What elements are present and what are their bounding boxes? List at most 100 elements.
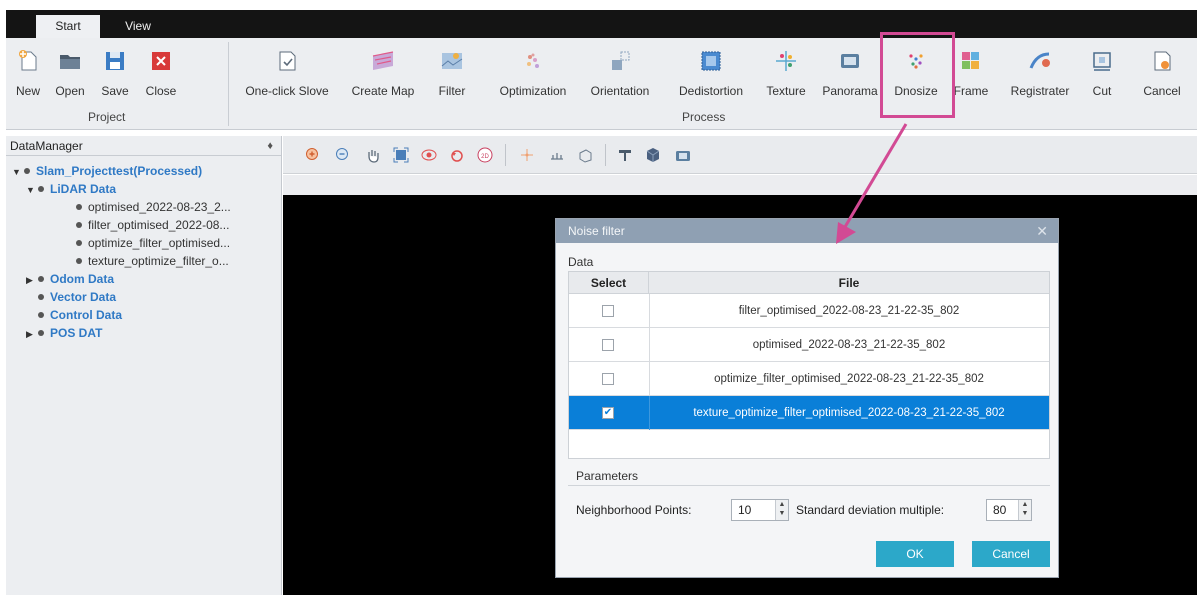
new-label: New <box>15 84 40 98</box>
data-manager-panel: DataManager ♦ ▼ Slam_Projecttest(Processe… <box>6 136 282 595</box>
layer-icon[interactable] <box>617 147 633 163</box>
rotate-icon[interactable] <box>449 147 465 163</box>
lidar-item-label: optimize_filter_optimised... <box>88 236 231 250</box>
dnosize-highlight-box <box>880 32 955 118</box>
toolbar-separator <box>505 144 506 166</box>
table-row-selected[interactable]: ✔ texture_optimize_filter_optimised_2022… <box>569 396 1049 430</box>
close-label: Close <box>145 84 177 98</box>
ok-button[interactable]: OK <box>876 541 954 567</box>
optimization-icon <box>527 53 539 68</box>
camera-icon[interactable] <box>675 147 691 163</box>
noise-filter-dialog: Noise filter ✕ Data Select File filter_o… <box>555 218 1059 578</box>
orientation-icon <box>612 51 630 70</box>
control-label: Control Data <box>50 308 122 322</box>
tree-node-vector[interactable]: Vector Data <box>38 288 116 306</box>
dialog-close-icon[interactable]: ✕ <box>1036 219 1048 243</box>
tree-leaf-lidar-3[interactable]: optimize_filter_optimised... <box>76 234 230 252</box>
lidar-item-label: filter_optimised_2022-08... <box>88 218 230 232</box>
cancel-button[interactable]: Cancel <box>972 541 1050 567</box>
dialog-title: Noise filter <box>568 224 625 238</box>
one-click-solve-button[interactable]: One-click Slove <box>232 42 342 106</box>
tree-node-pos[interactable]: ▶ POS DAT <box>26 324 102 342</box>
ribbon-tab-bar: Start View <box>6 10 1197 38</box>
open-label: Open <box>55 84 85 98</box>
filter-icon <box>441 53 463 69</box>
texture-icon <box>776 51 796 71</box>
new-button[interactable]: New <box>10 42 46 106</box>
texture-button[interactable]: Texture <box>756 42 816 106</box>
node-bullet-icon <box>76 240 82 246</box>
pin-icon[interactable]: ♦ <box>267 136 273 156</box>
pos-label: POS DAT <box>50 326 103 340</box>
data-section-label: Data <box>568 255 594 269</box>
table-header: Select File <box>569 272 1049 294</box>
panorama-icon <box>841 54 859 68</box>
tab-view[interactable]: View <box>110 15 166 38</box>
expand-arrow-icon[interactable]: ▼ <box>26 181 38 199</box>
toolbar-separator <box>605 144 606 166</box>
one-click-label: One-click Slove <box>245 84 329 98</box>
node-bullet-icon <box>38 186 44 192</box>
registrater-button[interactable]: Registrater <box>1000 42 1080 106</box>
row-checkbox[interactable] <box>602 305 614 317</box>
tree-node-odom[interactable]: ▶ Odom Data <box>26 270 114 288</box>
pan-hand-icon[interactable] <box>365 147 381 163</box>
column-header-select: Select <box>569 272 649 294</box>
measure-icon[interactable] <box>549 147 565 163</box>
project-label: Slam_Projecttest(Processed) <box>36 164 203 178</box>
view-2d-icon[interactable]: 2D <box>477 147 493 163</box>
cancel-ribbon-button[interactable]: Cancel <box>1136 42 1188 106</box>
table-row[interactable]: optimised_2022-08-23_21-22-35_802 <box>569 328 1049 362</box>
zoom-out-icon[interactable] <box>335 147 351 163</box>
node-bullet-icon <box>38 294 44 300</box>
row-checkbox[interactable] <box>602 373 614 385</box>
project-group-label: Project <box>88 110 126 124</box>
cut-button[interactable]: Cut <box>1082 42 1122 106</box>
dialog-title-bar[interactable]: Noise filter ✕ <box>556 219 1058 243</box>
app-window: Start View New Open Save Close Project O… <box>0 0 1197 595</box>
open-button[interactable]: Open <box>50 42 90 106</box>
expand-arrow-icon[interactable]: ▼ <box>12 163 24 181</box>
registrater-icon <box>1029 52 1050 69</box>
create-map-label: Create Map <box>351 84 415 98</box>
dedistortion-button[interactable]: Dedistortion <box>666 42 756 106</box>
table-row[interactable]: optimize_filter_optimised_2022-08-23_21-… <box>569 362 1049 396</box>
odom-label: Odom Data <box>50 272 115 286</box>
create-map-button[interactable]: Create Map <box>344 42 422 106</box>
tree-leaf-lidar-4[interactable]: texture_optimize_filter_o... <box>76 252 229 270</box>
tree-node-project[interactable]: ▼ Slam_Projecttest(Processed) <box>12 162 202 180</box>
filter-button[interactable]: Filter <box>431 42 473 106</box>
neighborhood-points-spinner[interactable]: ▲ ▼ <box>775 500 788 520</box>
optimization-label: Optimization <box>499 84 567 98</box>
row-checkbox-checked[interactable]: ✔ <box>602 407 614 419</box>
box-select-icon[interactable] <box>577 147 593 163</box>
zoom-in-icon[interactable] <box>305 147 321 163</box>
orientation-button[interactable]: Orientation <box>576 42 664 106</box>
stddev-multiple-spinner[interactable]: ▲ ▼ <box>1018 500 1031 520</box>
table-row[interactable]: filter_optimised_2022-08-23_21-22-35_802 <box>569 294 1049 328</box>
tab-start[interactable]: Start <box>36 15 100 38</box>
point-pick-icon[interactable] <box>519 147 535 163</box>
fit-view-icon[interactable] <box>393 147 409 163</box>
optimization-button[interactable]: Optimization <box>490 42 576 106</box>
row-checkbox[interactable] <box>602 339 614 351</box>
orbit-icon[interactable] <box>421 147 437 163</box>
node-bullet-icon <box>76 204 82 210</box>
row-file-name: optimised_2022-08-23_21-22-35_802 <box>752 339 946 351</box>
cube-icon[interactable] <box>645 147 661 163</box>
parameters-section-label: Parameters <box>576 469 639 483</box>
panorama-button[interactable]: Panorama <box>818 42 882 106</box>
dedistortion-label: Dedistortion <box>678 84 744 98</box>
close-button[interactable]: Close <box>140 42 182 106</box>
view-subbar <box>283 175 1197 195</box>
tree-node-control[interactable]: Control Data <box>38 306 122 324</box>
tree-node-lidar[interactable]: ▼ LiDAR Data <box>26 180 116 198</box>
new-file-icon <box>19 50 37 71</box>
save-button[interactable]: Save <box>96 42 134 106</box>
tree-leaf-lidar-2[interactable]: filter_optimised_2022-08... <box>76 216 229 234</box>
tree-leaf-lidar-1[interactable]: optimised_2022-08-23_2... <box>76 198 231 216</box>
collapse-arrow-icon[interactable]: ▶ <box>26 325 38 343</box>
close-icon <box>152 52 170 70</box>
cancel-icon <box>1154 51 1171 71</box>
collapse-arrow-icon[interactable]: ▶ <box>26 271 38 289</box>
